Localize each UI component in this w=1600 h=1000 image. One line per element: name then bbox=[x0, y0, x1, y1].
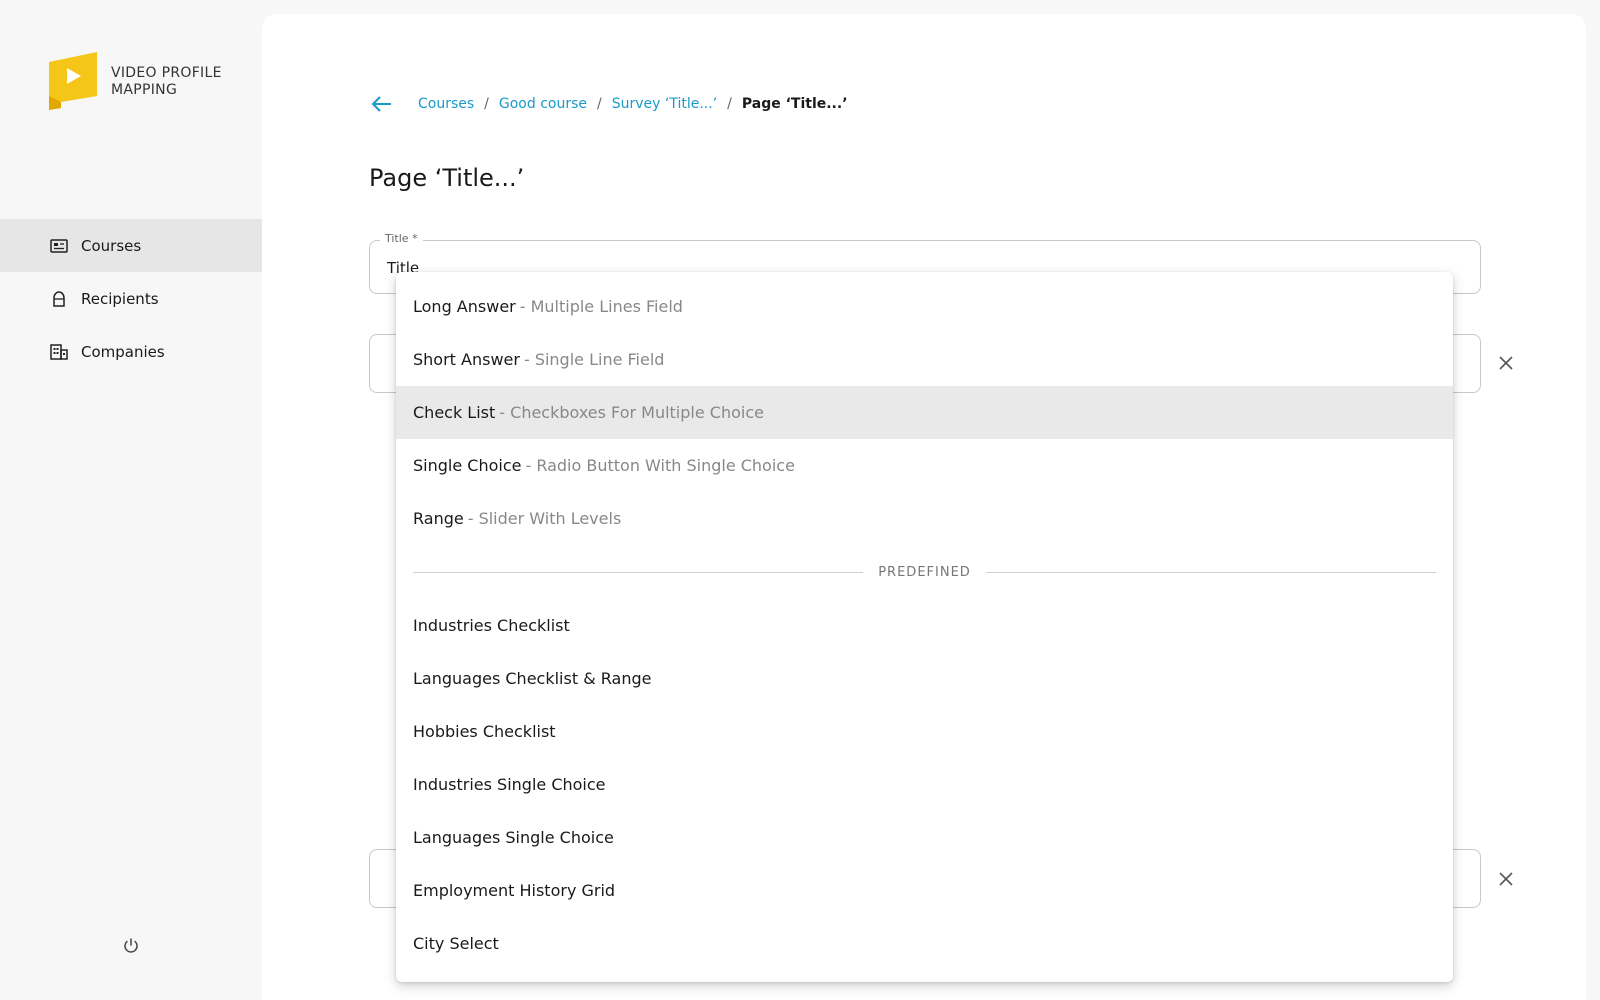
option-hobbies-checklist[interactable]: Hobbies Checklist bbox=[396, 705, 1453, 758]
divider-label: PREDEFINED bbox=[878, 564, 971, 580]
logo-line-1: VIDEO PROFILE bbox=[111, 65, 222, 81]
option-industries-checklist[interactable]: Industries Checklist bbox=[396, 599, 1453, 652]
sidebar-item-label: Recipients bbox=[81, 289, 159, 308]
title-field-label: Title * bbox=[380, 232, 423, 245]
recipients-icon bbox=[49, 289, 69, 309]
power-icon[interactable] bbox=[121, 936, 141, 956]
option-long-answer[interactable]: Long Answer - Multiple Lines Field bbox=[396, 280, 1453, 333]
breadcrumb-separator: / bbox=[597, 96, 602, 112]
option-city-select[interactable]: City Select bbox=[396, 917, 1453, 970]
option-single-choice[interactable]: Single Choice - Radio Button With Single… bbox=[396, 439, 1453, 492]
option-employment-history-grid[interactable]: Employment History Grid bbox=[396, 864, 1453, 917]
option-name: Check List bbox=[413, 403, 496, 422]
option-name: Single Choice bbox=[413, 456, 522, 475]
sidebar-item-recipients[interactable]: Recipients bbox=[0, 272, 262, 325]
breadcrumb-link-course[interactable]: Good course bbox=[499, 96, 587, 112]
predefined-divider: PREDEFINED bbox=[396, 545, 1453, 599]
option-name: Short Answer bbox=[413, 350, 520, 369]
breadcrumb: Courses / Good course / Survey ‘Title...… bbox=[370, 94, 848, 114]
page-title: Page ‘Title...’ bbox=[369, 164, 525, 192]
option-description: - Multiple Lines Field bbox=[519, 297, 683, 316]
option-name: Range bbox=[413, 509, 464, 528]
divider-line bbox=[413, 571, 864, 573]
option-languages-single-choice[interactable]: Languages Single Choice bbox=[396, 811, 1453, 864]
close-icon[interactable] bbox=[1497, 354, 1515, 372]
breadcrumb-current: Page ‘Title...’ bbox=[741, 96, 848, 112]
option-range[interactable]: Range - Slider With Levels bbox=[396, 492, 1453, 545]
back-arrow-icon[interactable] bbox=[370, 94, 394, 114]
option-description: - Slider With Levels bbox=[467, 509, 622, 528]
sidebar: VIDEO PROFILE MAPPING Courses Recipients… bbox=[0, 0, 262, 1000]
option-short-answer[interactable]: Short Answer - Single Line Field bbox=[396, 333, 1453, 386]
breadcrumb-link-courses[interactable]: Courses bbox=[418, 96, 474, 112]
courses-icon bbox=[49, 236, 69, 256]
breadcrumb-separator: / bbox=[484, 96, 489, 112]
option-description: - Checkboxes For Multiple Choice bbox=[499, 403, 764, 422]
breadcrumb-separator: / bbox=[727, 96, 732, 112]
sidebar-nav: Courses Recipients Companies bbox=[0, 219, 262, 378]
option-description: - Single Line Field bbox=[523, 350, 665, 369]
app-logo[interactable]: VIDEO PROFILE MAPPING bbox=[49, 52, 231, 110]
sidebar-item-courses[interactable]: Courses bbox=[0, 219, 262, 272]
option-check-list[interactable]: Check List - Checkboxes For Multiple Cho… bbox=[396, 386, 1453, 439]
logo-line-2: MAPPING bbox=[111, 82, 178, 98]
option-description: - Radio Button With Single Choice bbox=[525, 456, 795, 475]
companies-icon bbox=[49, 342, 69, 362]
breadcrumb-link-survey[interactable]: Survey ‘Title...’ bbox=[612, 96, 717, 112]
sidebar-item-companies[interactable]: Companies bbox=[0, 325, 262, 378]
sidebar-item-label: Courses bbox=[81, 236, 142, 255]
play-logo-icon bbox=[49, 52, 99, 110]
divider-line bbox=[985, 571, 1437, 573]
option-languages-checklist-range[interactable]: Languages Checklist & Range bbox=[396, 652, 1453, 705]
logo-text: VIDEO PROFILE MAPPING bbox=[111, 65, 231, 99]
option-industries-single-choice[interactable]: Industries Single Choice bbox=[396, 758, 1453, 811]
sidebar-item-label: Companies bbox=[81, 342, 165, 361]
close-icon[interactable] bbox=[1497, 870, 1515, 888]
option-name: Long Answer bbox=[413, 297, 516, 316]
question-type-dropdown: Long Answer - Multiple Lines Field Short… bbox=[396, 272, 1453, 982]
